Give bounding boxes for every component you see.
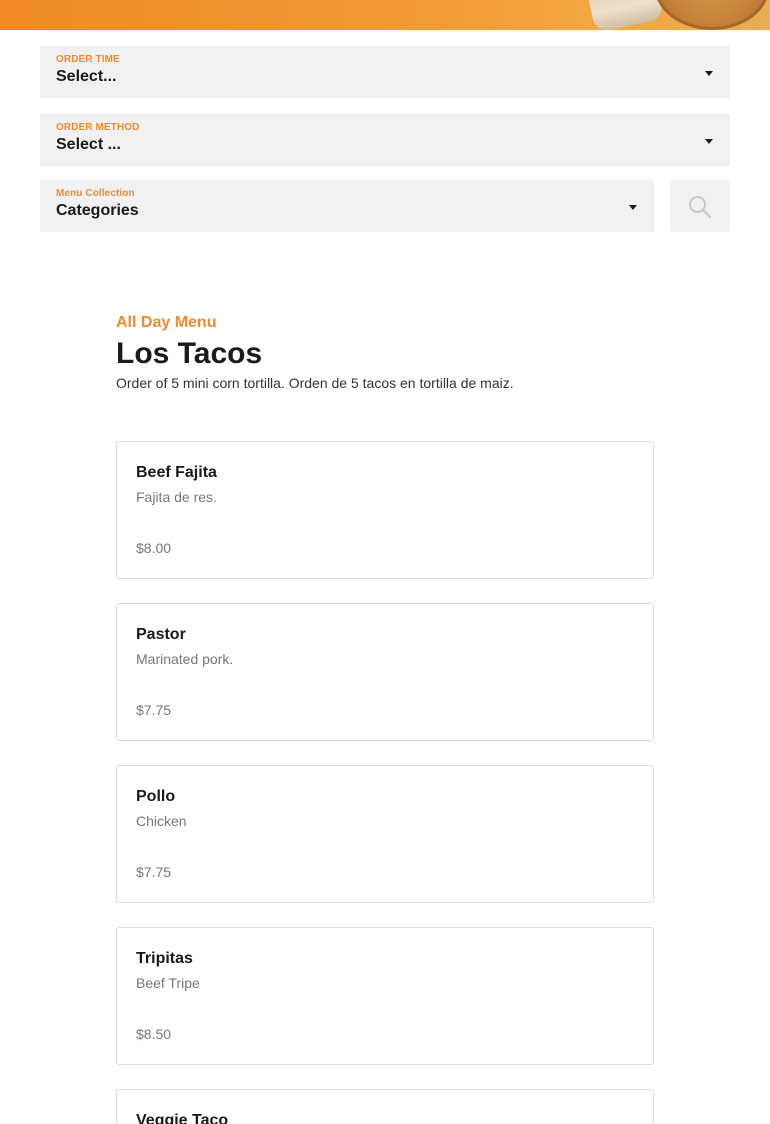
order-method-label: ORDER METHOD bbox=[56, 122, 140, 133]
menu-item-price: $7.75 bbox=[136, 702, 172, 718]
hero-banner-image bbox=[0, 0, 770, 30]
section-description: Order of 5 mini corn tortilla. Orden de … bbox=[116, 375, 514, 391]
menu-item-description: Fajita de res. bbox=[136, 489, 217, 505]
order-method-select[interactable]: ORDER METHOD Select ... bbox=[40, 114, 730, 166]
order-time-label: ORDER TIME bbox=[56, 54, 120, 65]
order-time-select[interactable]: ORDER TIME Select... bbox=[40, 46, 730, 98]
order-time-value: Select... bbox=[56, 68, 117, 85]
menu-item-card[interactable]: Pollo Chicken $7.75 bbox=[116, 765, 654, 903]
caret-down-icon bbox=[629, 205, 637, 210]
menu-item-name: Tripitas bbox=[136, 950, 193, 967]
order-method-value: Select ... bbox=[56, 136, 121, 153]
menu-item-name: Veggie Taco bbox=[136, 1112, 229, 1124]
wooden-board-illustration bbox=[654, 0, 770, 30]
section-kicker: All Day Menu bbox=[116, 314, 217, 331]
menu-item-name: Beef Fajita bbox=[136, 464, 217, 481]
menu-item-name: Pastor bbox=[136, 626, 186, 643]
menu-item-description: Beef Tripe bbox=[136, 975, 200, 991]
menu-item-card[interactable]: Tripitas Beef Tripe $8.50 bbox=[116, 927, 654, 1065]
menu-collection-label: Menu Collection bbox=[56, 188, 135, 199]
menu-item-card[interactable]: Beef Fajita Fajita de res. $8.00 bbox=[116, 441, 654, 579]
menu-item-card[interactable]: Pastor Marinated pork. $7.75 bbox=[116, 603, 654, 741]
section-title: Los Tacos bbox=[116, 337, 263, 370]
menu-item-card[interactable]: Veggie Taco bbox=[116, 1089, 654, 1124]
search-icon bbox=[689, 196, 712, 219]
menu-item-description: Chicken bbox=[136, 813, 187, 829]
caret-down-icon bbox=[705, 139, 713, 144]
menu-item-price: $8.00 bbox=[136, 540, 172, 556]
menu-item-description: Marinated pork. bbox=[136, 651, 234, 667]
menu-collection-select[interactable]: Menu Collection Categories bbox=[40, 180, 654, 232]
menu-item-price: $8.50 bbox=[136, 1026, 172, 1042]
menu-collection-value: Categories bbox=[56, 202, 139, 219]
menu-item-price: $7.75 bbox=[136, 864, 172, 880]
glass-jar-illustration bbox=[585, 0, 665, 30]
search-button[interactable] bbox=[670, 180, 730, 232]
menu-item-name: Pollo bbox=[136, 788, 176, 805]
caret-down-icon bbox=[705, 71, 713, 76]
